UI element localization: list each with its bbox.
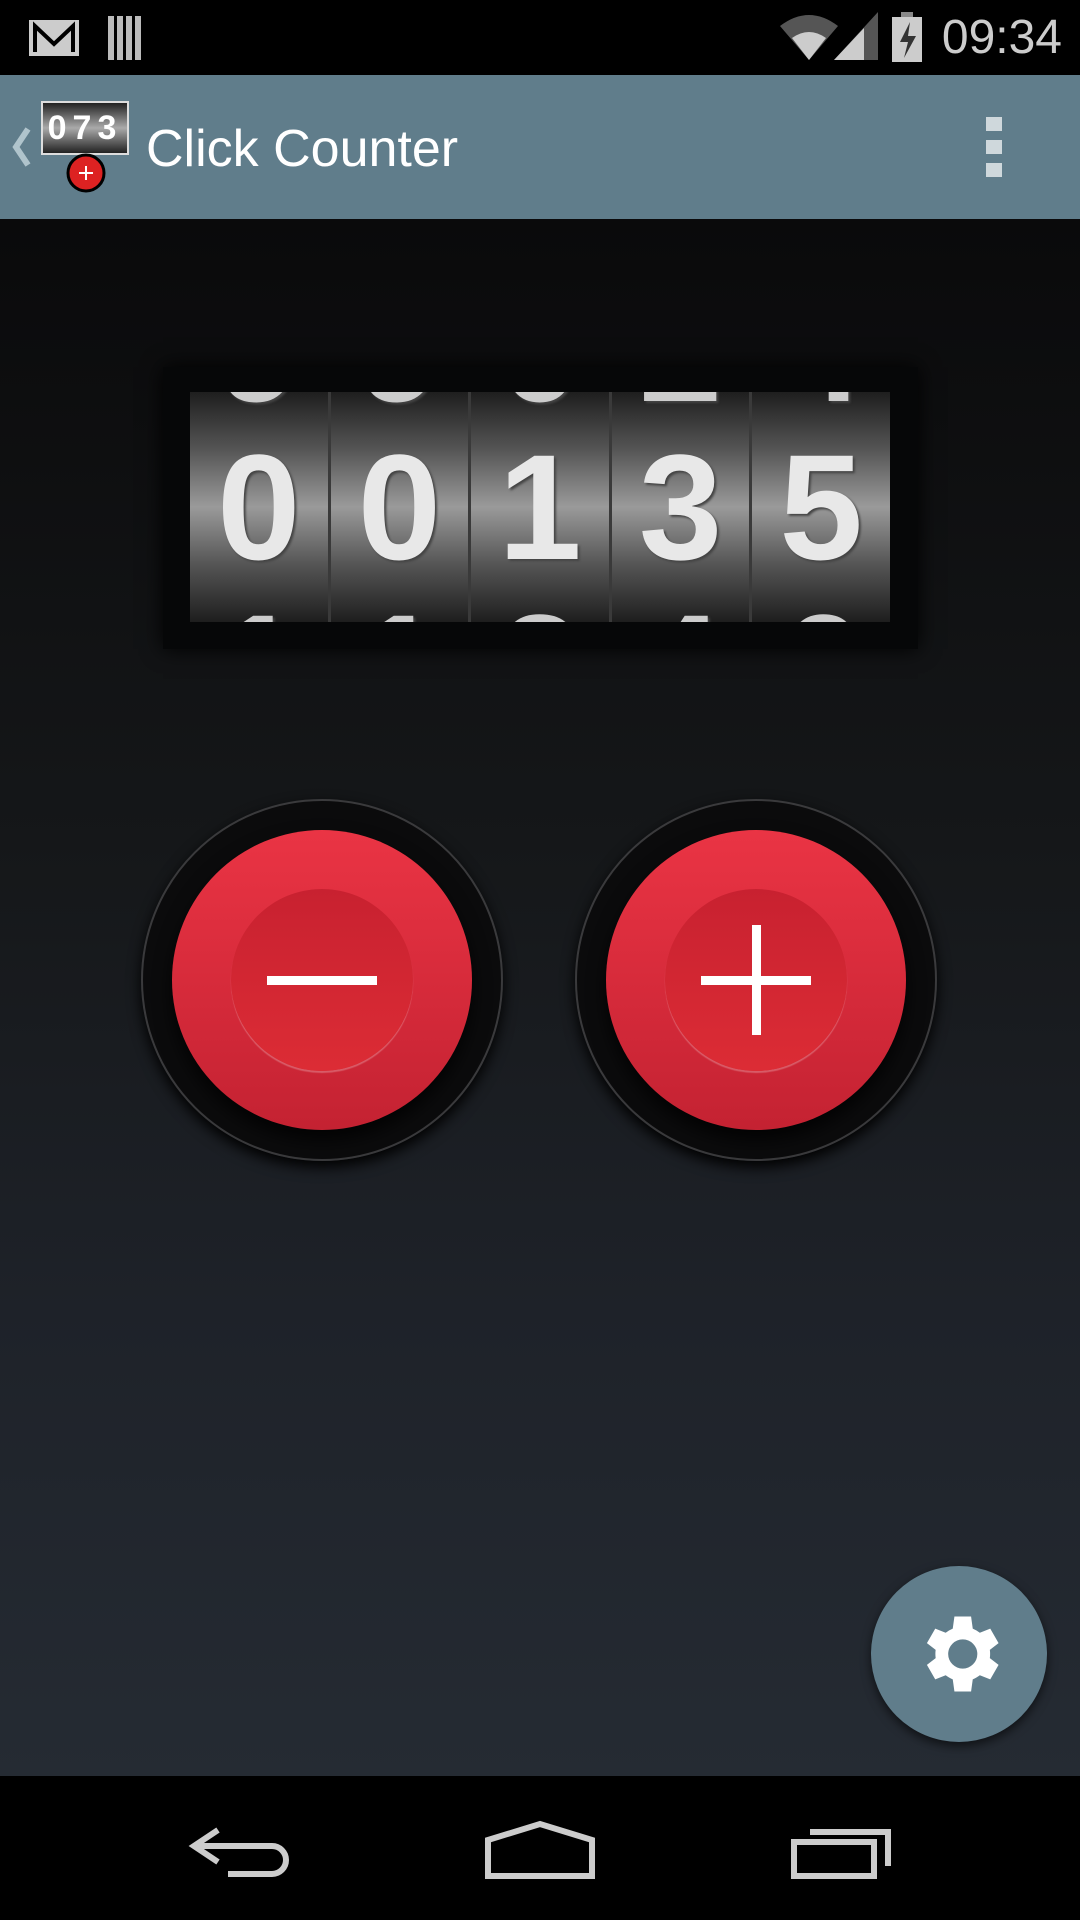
main-content: 901901012234456 (0, 219, 1080, 1776)
status-time: 09:34 (941, 11, 1062, 64)
barcode-icon (108, 16, 141, 60)
counter-digit-wheel: 234 (611, 392, 753, 622)
signal-icon (834, 12, 878, 60)
counter-digit: 5 (779, 423, 863, 591)
wifi-icon (780, 15, 838, 60)
counter-drum: 901901012234456 (190, 392, 890, 622)
counter-digit-wheel: 901 (190, 392, 331, 622)
decrement-button-center (231, 889, 413, 1071)
gear-icon (926, 1616, 999, 1692)
app-logo: 073 (41, 101, 129, 155)
gmail-icon (29, 20, 79, 56)
recents-icon[interactable] (790, 1822, 894, 1880)
battery-charging-icon (892, 12, 922, 62)
decrement-button-face (172, 830, 472, 1130)
back-chevron-icon (12, 127, 31, 167)
app-bar: 073 Click Counter (0, 75, 1080, 219)
counter-digit: 3 (638, 423, 723, 591)
increment-button-face (606, 830, 906, 1130)
home-icon[interactable] (484, 1820, 596, 1880)
counter-display: 901901012234456 (163, 367, 918, 649)
up-button[interactable]: 073 (0, 75, 140, 219)
counter-digit-adjacent: 1 (190, 582, 328, 622)
counter-digit-wheel: 901 (330, 392, 472, 622)
navigation-bar (0, 1776, 1080, 1920)
increment-button-center (665, 889, 847, 1071)
overflow-menu-icon[interactable] (986, 117, 1006, 177)
counter-digit: 0 (357, 423, 442, 591)
decrement-button[interactable] (141, 799, 503, 1161)
counter-digit-adjacent: 2 (471, 582, 609, 622)
counter-digit-adjacent: 4 (612, 582, 750, 622)
counter-digit-wheel: 012 (471, 392, 612, 622)
counter-digit-adjacent: 1 (331, 582, 469, 622)
app-logo-button-icon (66, 153, 106, 193)
settings-button[interactable] (871, 1566, 1047, 1742)
increment-button[interactable] (575, 799, 937, 1161)
back-icon[interactable] (188, 1824, 292, 1880)
status-bar: 09:34 (0, 0, 1080, 75)
counter-digit-wheel: 456 (752, 392, 890, 622)
app-title: Click Counter (146, 120, 459, 178)
minus-icon (267, 976, 377, 985)
counter-digit: 1 (498, 423, 582, 591)
counter-digit-adjacent: 6 (752, 582, 890, 622)
counter-digit: 0 (217, 423, 301, 591)
